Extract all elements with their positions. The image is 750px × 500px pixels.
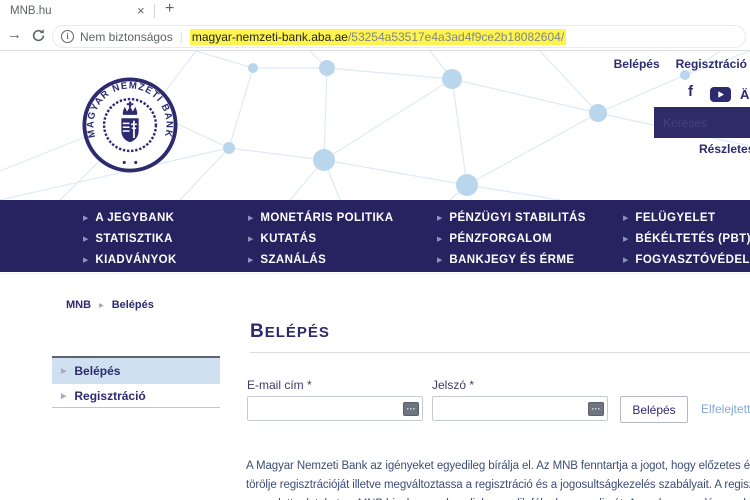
sidebar-arrow-icon: ▶ xyxy=(61,392,66,400)
sidebar-item-label: Regisztráció xyxy=(74,389,145,403)
sidebar: ▶ Belépés ▶ Regisztráció xyxy=(52,356,220,408)
breadcrumb-root[interactable]: MNB xyxy=(66,299,91,311)
breadcrumb-current: Belépés xyxy=(112,299,154,311)
sidebar-item-belepes[interactable]: ▶ Belépés xyxy=(52,358,220,384)
body-text-line: A Magyar Nemzeti Bank az igényeket egyed… xyxy=(246,460,750,472)
sidebar-item-regisztracio[interactable]: ▶ Regisztráció xyxy=(52,384,220,408)
login-button[interactable]: Belépés xyxy=(620,396,688,423)
breadcrumb-arrow-icon: ▶ xyxy=(99,302,104,309)
forgot-password-link[interactable]: Elfelejtette xyxy=(701,402,750,416)
email-label: E-mail cím * xyxy=(247,378,312,392)
password-label: Jelszó * xyxy=(432,378,474,392)
sidebar-item-label: Belépés xyxy=(74,364,120,378)
content-area: MNB ▶ Belépés Belépés ▶ Belépés ▶ Regisz… xyxy=(0,0,750,500)
password-field[interactable] xyxy=(432,396,608,421)
page-title: Belépés xyxy=(250,321,330,343)
title-divider xyxy=(250,352,750,353)
sidebar-arrow-icon: ▶ xyxy=(61,367,66,375)
autofill-icon[interactable]: ··· xyxy=(588,402,604,416)
breadcrumb: MNB ▶ Belépés xyxy=(66,299,154,311)
autofill-icon[interactable]: ··· xyxy=(403,402,419,416)
divider xyxy=(0,273,750,274)
email-field[interactable] xyxy=(247,396,423,421)
body-text-line: törölje regisztrációját illetve megválto… xyxy=(246,479,750,491)
